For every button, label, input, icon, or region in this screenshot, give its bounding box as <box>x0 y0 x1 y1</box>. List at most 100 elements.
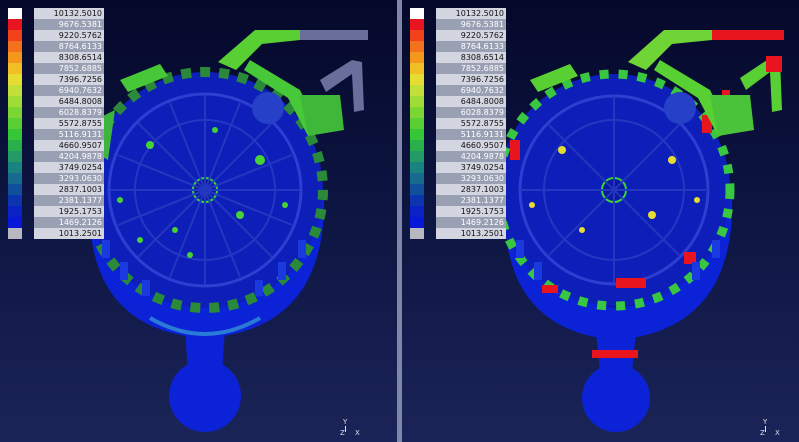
legend-value: 7852.6885 <box>436 63 506 74</box>
legend-value: 9220.5762 <box>436 30 506 41</box>
legend-value: 9676.5381 <box>436 19 506 30</box>
legend-row: 8308.6514 <box>410 52 506 63</box>
legend-value: 1469.2126 <box>436 217 506 228</box>
legend-value: 8308.6514 <box>436 52 506 63</box>
legend-row: 5116.9131 <box>8 129 104 140</box>
legend-row: 2837.1003 <box>8 184 104 195</box>
legend-swatch <box>8 85 22 96</box>
legend-swatch <box>8 30 22 41</box>
legend-swatch <box>410 118 424 129</box>
legend-value: 5572.8755 <box>34 118 104 129</box>
legend-swatch <box>410 74 424 85</box>
legend-swatch <box>8 19 22 30</box>
viewport-right[interactable]: 10132.5010 9676.5381 9220.5762 8764.6133 830… <box>402 0 799 442</box>
legend-value: 5116.9131 <box>436 129 506 140</box>
axis-y-label: Y <box>763 418 768 426</box>
legend-row: 4204.9878 <box>8 151 104 162</box>
legend-row: 5572.8755 <box>8 118 104 129</box>
legend-row: 6940.7632 <box>410 85 506 96</box>
legend-row: 5572.8755 <box>410 118 506 129</box>
viewport-left[interactable]: 10132.5010 9676.5381 9220.5762 8764.6133 830… <box>0 0 397 442</box>
legend-value: 6028.8379 <box>34 107 104 118</box>
color-legend-right: 10132.5010 9676.5381 9220.5762 8764.6133 830… <box>410 8 506 239</box>
legend-row: 3749.0254 <box>8 162 104 173</box>
legend-swatch <box>410 151 424 162</box>
legend-swatch <box>8 129 22 140</box>
legend-row: 10132.5010 <box>410 8 506 19</box>
legend-value: 9676.5381 <box>34 19 104 30</box>
legend-row: 2381.1377 <box>410 195 506 206</box>
legend-row: 1925.1753 <box>8 206 104 217</box>
legend-swatch <box>8 118 22 129</box>
legend-swatch <box>8 74 22 85</box>
legend-value: 4660.9507 <box>34 140 104 151</box>
legend-swatch <box>410 129 424 140</box>
legend-swatch <box>410 228 424 239</box>
legend-row: 8764.6133 <box>8 41 104 52</box>
legend-value: 5572.8755 <box>436 118 506 129</box>
legend-row: 7852.6885 <box>410 63 506 74</box>
legend-row: 8308.6514 <box>8 52 104 63</box>
legend-swatch <box>410 173 424 184</box>
legend-value: 3293.0630 <box>34 173 104 184</box>
axis-x-label: X <box>355 429 360 437</box>
legend-value: 4204.9878 <box>34 151 104 162</box>
legend-swatch <box>410 107 424 118</box>
legend-row: 6940.7632 <box>8 85 104 96</box>
legend-swatch <box>8 63 22 74</box>
legend-value: 6484.8008 <box>436 96 506 107</box>
legend-value: 6028.8379 <box>436 107 506 118</box>
legend-swatch <box>410 52 424 63</box>
legend-row: 3293.0630 <box>410 173 506 184</box>
legend-value: 1469.2126 <box>34 217 104 228</box>
legend-swatch <box>410 8 424 19</box>
legend-row: 2381.1377 <box>8 195 104 206</box>
legend-swatch <box>8 206 22 217</box>
legend-value: 9220.5762 <box>34 30 104 41</box>
legend-row: 7396.7256 <box>8 74 104 85</box>
legend-row: 4204.9878 <box>410 151 506 162</box>
legend-swatch <box>8 195 22 206</box>
legend-row: 1013.2501 <box>410 228 506 239</box>
legend-row: 1013.2501 <box>8 228 104 239</box>
legend-value: 4204.9878 <box>436 151 506 162</box>
axis-x-label: X <box>775 429 780 437</box>
axis-z-label: Z <box>340 429 345 437</box>
legend-swatch <box>8 140 22 151</box>
legend-swatch <box>410 41 424 52</box>
legend-swatch <box>410 96 424 107</box>
legend-swatch <box>410 63 424 74</box>
axis-y-label: Y <box>343 418 348 426</box>
legend-value: 3749.0254 <box>34 162 104 173</box>
legend-row: 6484.8008 <box>8 96 104 107</box>
legend-swatch <box>8 151 22 162</box>
legend-row: 9220.5762 <box>410 30 506 41</box>
legend-value: 7852.6885 <box>34 63 104 74</box>
legend-swatch <box>410 184 424 195</box>
legend-row: 9676.5381 <box>410 19 506 30</box>
legend-value: 6484.8008 <box>34 96 104 107</box>
legend-swatch <box>8 52 22 63</box>
legend-row: 9220.5762 <box>8 30 104 41</box>
legend-value: 8764.6133 <box>34 41 104 52</box>
legend-row: 1469.2126 <box>410 217 506 228</box>
legend-row: 6484.8008 <box>410 96 506 107</box>
legend-value: 4660.9507 <box>436 140 506 151</box>
axis-triad-left: Y Z X <box>340 418 370 440</box>
legend-value: 8308.6514 <box>34 52 104 63</box>
legend-value: 2837.1003 <box>436 184 506 195</box>
legend-value: 10132.5010 <box>436 8 506 19</box>
legend-row: 8764.6133 <box>410 41 506 52</box>
legend-swatch <box>410 140 424 151</box>
legend-swatch <box>8 41 22 52</box>
legend-swatch <box>410 85 424 96</box>
legend-value: 1013.2501 <box>436 228 506 239</box>
legend-swatch <box>8 162 22 173</box>
color-legend-left: 10132.5010 9676.5381 9220.5762 8764.6133 830… <box>8 8 104 239</box>
legend-swatch <box>8 107 22 118</box>
legend-value: 6940.7632 <box>34 85 104 96</box>
legend-value: 7396.7256 <box>34 74 104 85</box>
legend-row: 2837.1003 <box>410 184 506 195</box>
legend-value: 3749.0254 <box>436 162 506 173</box>
legend-value: 5116.9131 <box>34 129 104 140</box>
